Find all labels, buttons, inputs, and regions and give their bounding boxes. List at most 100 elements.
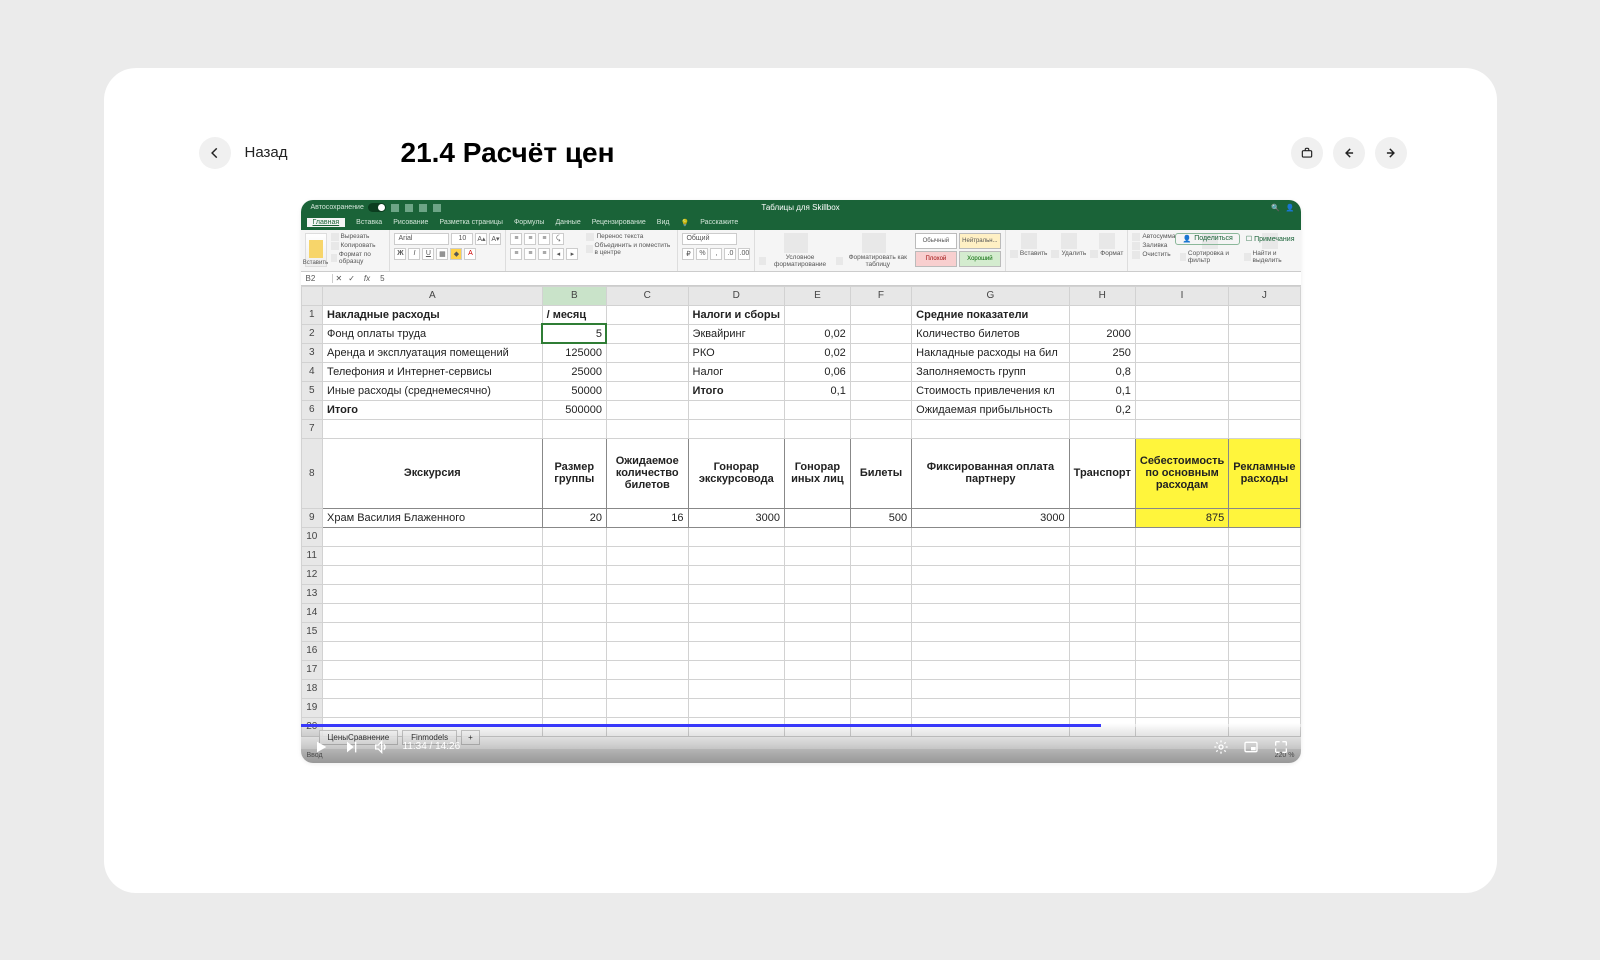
indent-inc-button[interactable]: ▸ [566, 248, 578, 260]
cell[interactable] [1069, 565, 1135, 584]
cell[interactable] [912, 546, 1070, 565]
cell[interactable] [1069, 527, 1135, 546]
cell[interactable] [1069, 717, 1135, 736]
row-header[interactable]: 5 [301, 381, 323, 400]
cell[interactable]: 20 [542, 508, 606, 527]
cell[interactable]: Иные расходы (среднемесячно) [323, 381, 543, 400]
dec-decimal-button[interactable]: .00 [738, 248, 750, 260]
cell[interactable] [1069, 419, 1135, 438]
column-header[interactable]: G [912, 286, 1070, 305]
cell[interactable] [1229, 660, 1300, 679]
table-header-cell[interactable]: Гонорар экскурсовода [688, 438, 784, 508]
cell[interactable] [542, 584, 606, 603]
cell[interactable]: Итого [323, 400, 543, 419]
row-header[interactable]: 18 [301, 679, 323, 698]
border-button[interactable]: ▦ [436, 248, 448, 260]
next-track-icon[interactable] [343, 739, 359, 755]
cell[interactable] [1229, 400, 1300, 419]
cell[interactable] [323, 641, 543, 660]
cell[interactable]: Фонд оплаты труда [323, 324, 543, 343]
cell[interactable] [850, 324, 911, 343]
align-middle-button[interactable]: ≡ [524, 233, 536, 245]
cell[interactable] [1069, 584, 1135, 603]
cell[interactable] [542, 641, 606, 660]
format-painter-button[interactable]: Формат по образцу [331, 251, 386, 265]
cell[interactable] [784, 400, 850, 419]
prev-button[interactable] [1333, 137, 1365, 169]
cancel-icon[interactable]: ✕ [333, 274, 346, 283]
cell[interactable]: Храм Василия Блаженного [323, 508, 543, 527]
formula-input[interactable]: 5 [376, 274, 1300, 283]
cond-format-icon[interactable] [784, 233, 808, 253]
cell[interactable]: Количество билетов [912, 324, 1070, 343]
tab-review[interactable]: Рецензирование [592, 219, 646, 226]
cell[interactable]: 5 [542, 324, 606, 343]
cell[interactable] [688, 660, 784, 679]
cell[interactable]: Накладные расходы на бил [912, 343, 1070, 362]
cell[interactable] [606, 527, 688, 546]
cell[interactable]: 25000 [542, 362, 606, 381]
cell[interactable] [606, 641, 688, 660]
name-box[interactable]: B2 [301, 274, 333, 283]
cell[interactable] [606, 324, 688, 343]
cell[interactable] [606, 400, 688, 419]
cell[interactable] [784, 508, 850, 527]
cell[interactable] [606, 584, 688, 603]
cell[interactable] [784, 660, 850, 679]
cell[interactable] [542, 622, 606, 641]
briefcase-button[interactable] [1291, 137, 1323, 169]
spreadsheet[interactable]: ABCDEFGHIJ1Накладные расходы/ месяцНалог… [301, 286, 1301, 737]
cell[interactable] [1135, 305, 1228, 324]
tab-insert[interactable]: Вставка [356, 219, 382, 226]
percent-button[interactable]: % [696, 248, 708, 260]
cell[interactable] [1135, 419, 1228, 438]
indent-dec-button[interactable]: ◂ [552, 248, 564, 260]
fx-icon[interactable]: fx [358, 274, 376, 283]
cell[interactable]: / месяц [542, 305, 606, 324]
cell[interactable] [542, 527, 606, 546]
cell[interactable] [1135, 343, 1228, 362]
cell[interactable]: 3000 [912, 508, 1070, 527]
comments-button[interactable]: ☐ Примечания [1246, 235, 1295, 243]
clear-button[interactable]: Очистить [1132, 251, 1175, 259]
cell[interactable] [1135, 565, 1228, 584]
cell[interactable] [1229, 584, 1300, 603]
cell[interactable] [1135, 641, 1228, 660]
row-header[interactable]: 9 [301, 508, 323, 527]
style-normal[interactable]: Обычный [915, 233, 957, 249]
cell[interactable] [606, 717, 688, 736]
inc-decimal-button[interactable]: .0 [724, 248, 736, 260]
cell[interactable] [688, 603, 784, 622]
row-header[interactable]: 4 [301, 362, 323, 381]
cell[interactable] [606, 546, 688, 565]
cell[interactable] [1135, 622, 1228, 641]
settings-icon[interactable] [1213, 739, 1229, 755]
cell[interactable] [1229, 508, 1300, 527]
back-button[interactable]: Назад [199, 137, 288, 169]
cell[interactable]: 500 [850, 508, 911, 527]
table-header-cell[interactable]: Транспорт [1069, 438, 1135, 508]
align-center-button[interactable]: ≡ [524, 248, 536, 260]
cell[interactable] [606, 565, 688, 584]
cell[interactable]: 875 [1135, 508, 1228, 527]
cell[interactable] [1229, 305, 1300, 324]
column-header[interactable]: C [606, 286, 688, 305]
cell[interactable] [323, 546, 543, 565]
align-left-button[interactable]: ≡ [510, 248, 522, 260]
style-bad[interactable]: Плохой [915, 251, 957, 267]
cell[interactable] [1069, 641, 1135, 660]
cell[interactable] [784, 622, 850, 641]
cell[interactable]: 50000 [542, 381, 606, 400]
cell[interactable] [850, 679, 911, 698]
cell[interactable] [1229, 641, 1300, 660]
cell[interactable] [784, 527, 850, 546]
cell[interactable] [323, 419, 543, 438]
currency-button[interactable]: ₽ [682, 248, 694, 260]
cell[interactable] [688, 679, 784, 698]
table-header-cell[interactable]: Билеты [850, 438, 911, 508]
row-header[interactable]: 1 [301, 305, 323, 324]
cell[interactable] [1069, 698, 1135, 717]
paste-button[interactable]: Вставить [305, 233, 327, 267]
tab-tellme[interactable]: Расскажите [700, 219, 738, 226]
column-header[interactable]: J [1229, 286, 1300, 305]
